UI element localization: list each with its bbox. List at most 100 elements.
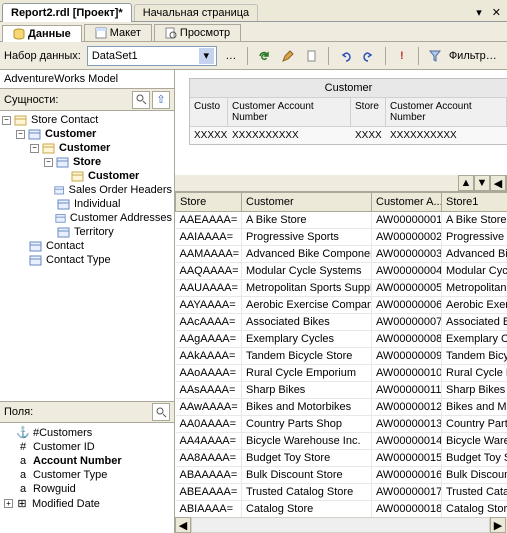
- table-row[interactable]: AAEAAAA=A Bike StoreAW00000001A Bike Sto…: [176, 212, 507, 229]
- tab-start-page[interactable]: Начальная страница: [134, 4, 258, 21]
- right-pane: Customer Custo Customer Account Number S…: [175, 70, 507, 533]
- horizontal-scrollbar[interactable]: ◀ ▶: [175, 517, 507, 533]
- field-item[interactable]: aAccount Number: [2, 454, 172, 468]
- tree-node[interactable]: Customer: [2, 169, 172, 183]
- field-item[interactable]: aCustomer Type: [2, 468, 172, 482]
- close-icon[interactable]: ✕: [486, 4, 507, 21]
- tab-report[interactable]: Report2.rdl [Проект]*: [2, 3, 132, 22]
- preview-title: Customer: [190, 79, 507, 98]
- field-item[interactable]: aRowguid: [2, 482, 172, 496]
- refresh-button[interactable]: [254, 46, 274, 66]
- redo-button[interactable]: [359, 46, 379, 66]
- cell: Associated Bikes: [242, 314, 372, 331]
- filter-label[interactable]: Фильтр…: [449, 50, 497, 62]
- cell: AW00000013: [372, 416, 442, 433]
- collapse-icon[interactable]: −: [16, 130, 25, 139]
- tree-node[interactable]: −Store: [2, 155, 172, 169]
- search-icon: [136, 94, 147, 105]
- cell: AW00000006: [372, 297, 442, 314]
- collapse-icon[interactable]: −: [2, 116, 11, 125]
- grid-col-customer[interactable]: Customer: [242, 193, 372, 212]
- tree-node[interactable]: −Store Contact: [2, 113, 172, 127]
- dataset-options-button[interactable]: …: [221, 46, 241, 66]
- tab-preview[interactable]: Просмотр: [154, 24, 241, 41]
- scroll-up-button[interactable]: ▲: [458, 175, 474, 191]
- field-item[interactable]: +⊞Modified Date: [2, 496, 172, 511]
- collapse-icon[interactable]: −: [30, 144, 39, 153]
- tree-node[interactable]: Sales Order Headers: [2, 183, 172, 197]
- table-row[interactable]: ABEAAAA=Trusted Catalog StoreAW00000017T…: [176, 484, 507, 501]
- collapse-icon[interactable]: −: [44, 158, 53, 167]
- scroll-track[interactable]: [191, 517, 490, 533]
- separator: [247, 47, 248, 65]
- separator: [385, 47, 386, 65]
- results-grid[interactable]: Store Customer Customer A... Store1 AAEA…: [175, 192, 507, 517]
- report-preview-box[interactable]: Customer Custo Customer Account Number S…: [189, 78, 507, 145]
- preview-col: Customer Account Number: [228, 98, 351, 126]
- field-name: #Customers: [33, 427, 92, 439]
- tree-node[interactable]: Contact: [2, 239, 172, 253]
- field-item[interactable]: #Customer ID: [2, 440, 172, 454]
- field-item[interactable]: ⚓#Customers: [2, 425, 172, 440]
- filter-button[interactable]: [425, 46, 445, 66]
- tree-node[interactable]: Individual: [2, 197, 172, 211]
- cell: Aerobic Exercise Company: [242, 297, 372, 314]
- scroll-left-icon[interactable]: ◀: [175, 517, 191, 533]
- table-row[interactable]: ABIAAAA=Catalog StoreAW00000018Catalog S…: [176, 501, 507, 518]
- cell: AAYAAAA=: [176, 297, 242, 314]
- scroll-down-button[interactable]: ▼: [474, 175, 490, 191]
- tree-node[interactable]: Contact Type: [2, 253, 172, 267]
- table-row[interactable]: AAsAAAA=Sharp BikesAW00000011Sharp Bikes: [176, 382, 507, 399]
- grid-col-store1[interactable]: Store1: [442, 193, 507, 212]
- table-row[interactable]: AAkAAAA=Tandem Bicycle StoreAW00000009Ta…: [176, 348, 507, 365]
- cell: Aerobic Exercis…: [442, 297, 507, 314]
- document-tabs: Report2.rdl [Проект]* Начальная страница…: [0, 0, 507, 22]
- tree-node[interactable]: −Customer: [2, 141, 172, 155]
- tab-data[interactable]: Данные: [2, 25, 82, 42]
- field-name: Modified Date: [32, 498, 100, 510]
- entities-label: Сущности:: [4, 94, 130, 106]
- entities-tree[interactable]: −Store Contact−Customer−Customer−StoreCu…: [0, 111, 174, 401]
- table-row[interactable]: AAIAAAA=Progressive SportsAW00000002Prog…: [176, 229, 507, 246]
- cell: AW00000003: [372, 246, 442, 263]
- search-button[interactable]: [132, 91, 150, 109]
- expand-icon[interactable]: +: [4, 499, 13, 508]
- preview-sample-row: XXXXX XXXXXXXXXX XXXX XXXXXXXXXX: [190, 127, 507, 144]
- table-row[interactable]: AAMAAAA=Advanced Bike ComponentsAW000000…: [176, 246, 507, 263]
- fields-search-button[interactable]: [152, 403, 170, 421]
- tab-list-dropdown[interactable]: ▾: [472, 4, 486, 21]
- cell: AAsAAAA=: [176, 382, 242, 399]
- tree-node[interactable]: Territory: [2, 225, 172, 239]
- undo-button[interactable]: [335, 46, 355, 66]
- scroll-right-icon[interactable]: ▶: [490, 517, 506, 533]
- table-row[interactable]: AAYAAAA=Aerobic Exercise CompanyAW000000…: [176, 297, 507, 314]
- fields-list[interactable]: ⚓#Customers#Customer IDaAccount NumberaC…: [0, 423, 174, 533]
- up-button[interactable]: ⇧: [152, 91, 170, 109]
- table-row[interactable]: AAgAAAA=Exemplary CyclesAW00000008Exempl…: [176, 331, 507, 348]
- grid-col-store[interactable]: Store: [176, 193, 242, 212]
- table-row[interactable]: ABAAAAA=Bulk Discount StoreAW00000016Bul…: [176, 467, 507, 484]
- field-type-icon: a: [16, 469, 30, 481]
- table-row[interactable]: AAoAAAA=Rural Cycle EmporiumAW00000010Ru…: [176, 365, 507, 382]
- tree-node[interactable]: Customer Addresses: [2, 211, 172, 225]
- table-row[interactable]: AAcAAAA=Associated BikesAW00000007Associ…: [176, 314, 507, 331]
- table-row[interactable]: AA0AAAA=Country Parts ShopAW00000013Coun…: [176, 416, 507, 433]
- table-row[interactable]: AA4AAAA=Bicycle Warehouse Inc.AW00000014…: [176, 433, 507, 450]
- cell: ABEAAAA=: [176, 484, 242, 501]
- cell: Budget Toy Store: [242, 450, 372, 467]
- run-button[interactable]: !: [392, 46, 412, 66]
- table-row[interactable]: AAUAAAA=Metropolitan Sports SupplyAW0000…: [176, 280, 507, 297]
- scroll-left-button[interactable]: ◀: [490, 175, 506, 191]
- tab-layout[interactable]: Макет: [84, 24, 152, 41]
- tree-node[interactable]: −Customer: [2, 127, 172, 141]
- dataset-value: DataSet1: [92, 50, 138, 62]
- design-button[interactable]: [278, 46, 298, 66]
- table-row[interactable]: AA8AAAA=Budget Toy StoreAW00000015Budget…: [176, 450, 507, 467]
- cell: Catalog Store: [242, 501, 372, 518]
- new-button[interactable]: [302, 46, 322, 66]
- table-row[interactable]: AAwAAAA=Bikes and MotorbikesAW00000012Bi…: [176, 399, 507, 416]
- table-row[interactable]: AAQAAAA=Modular Cycle SystemsAW00000004M…: [176, 263, 507, 280]
- dataset-combo[interactable]: DataSet1 ▾: [87, 46, 217, 66]
- grid-col-customer-account[interactable]: Customer A...: [372, 193, 442, 212]
- design-surface[interactable]: Customer Custo Customer Account Number S…: [175, 70, 507, 175]
